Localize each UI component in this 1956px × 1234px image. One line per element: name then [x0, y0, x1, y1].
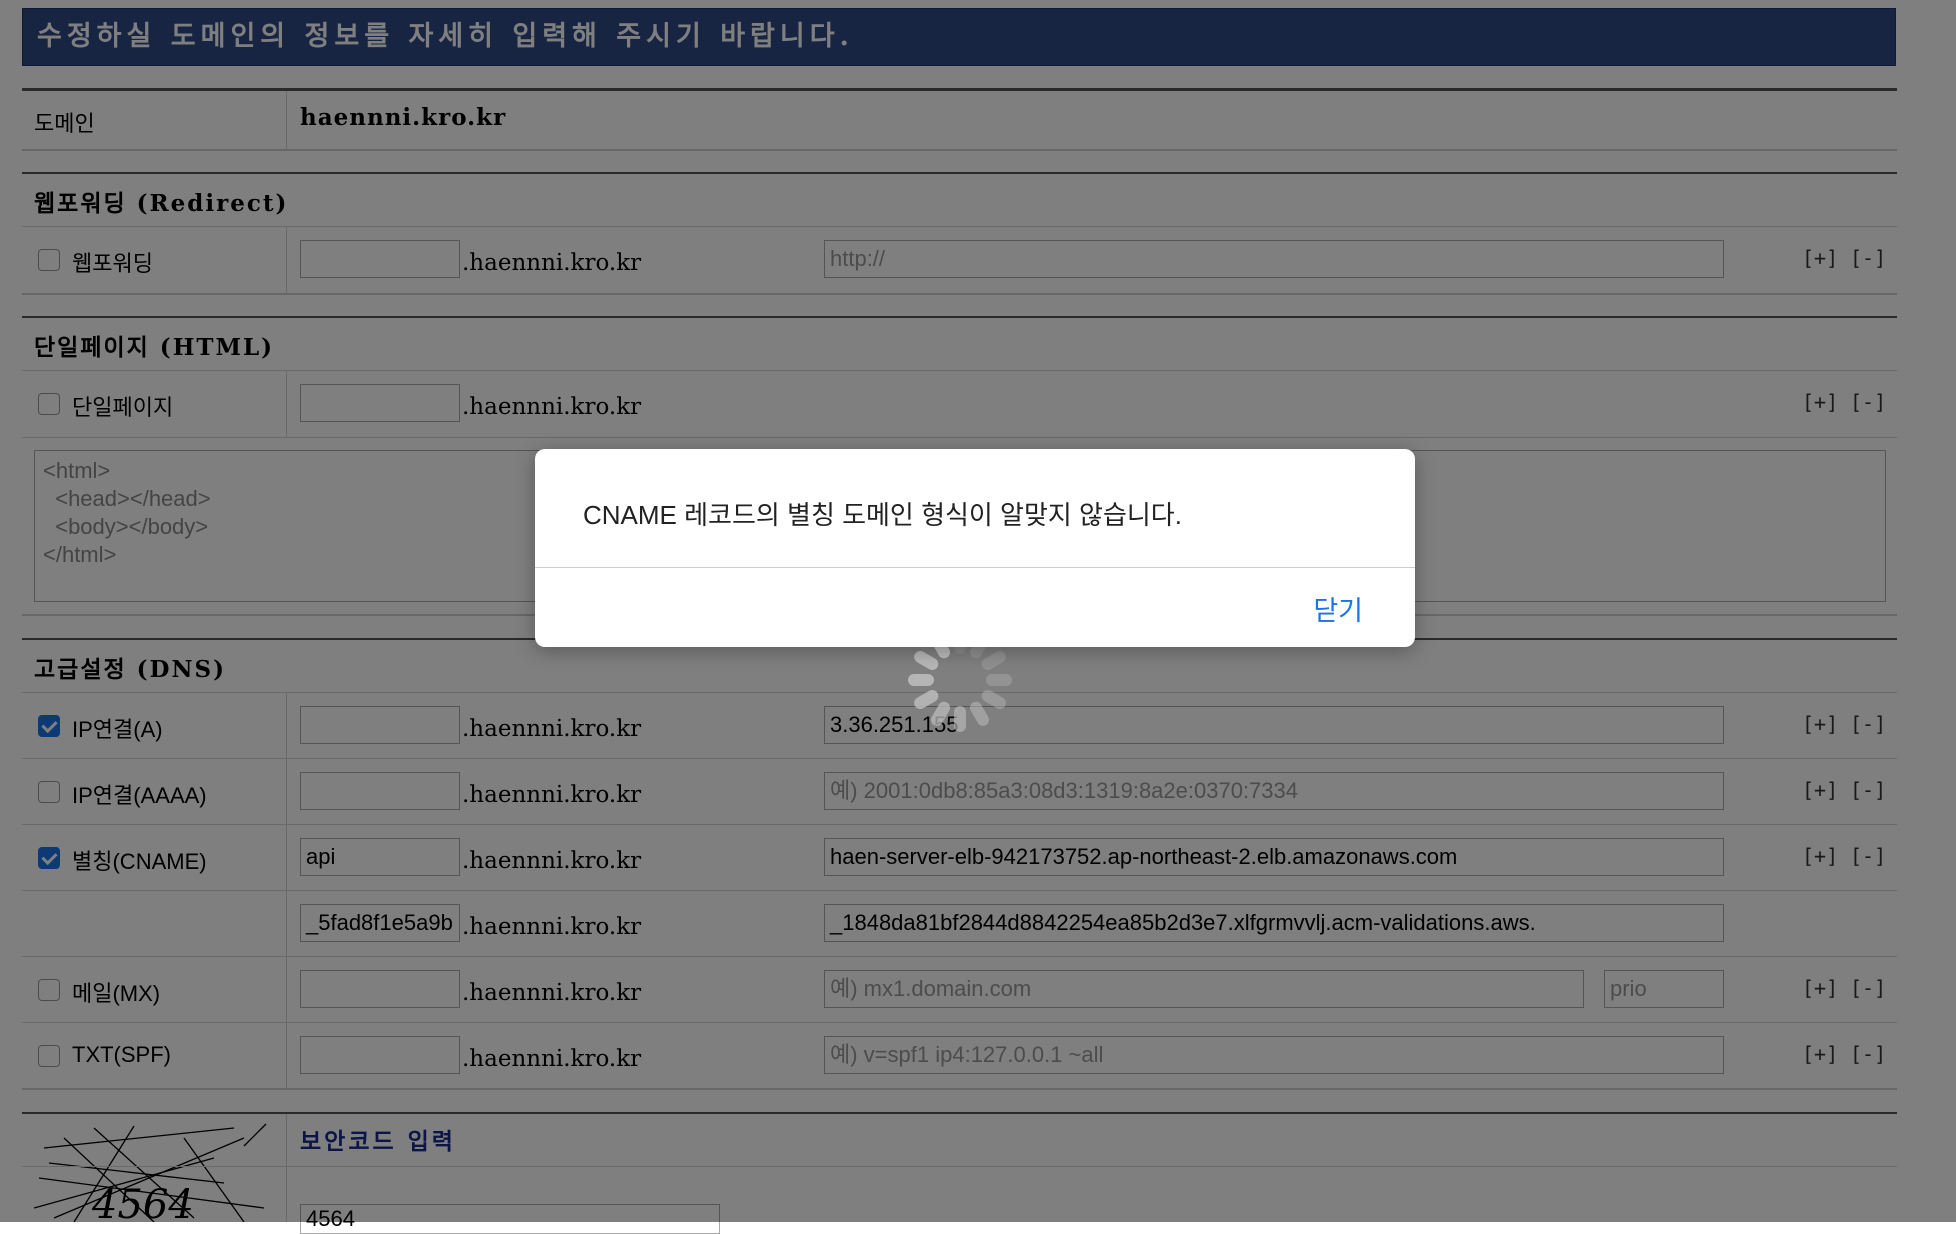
close-button[interactable]: 닫기	[1313, 589, 1363, 628]
modal-overlay: CNAME 레코드의 별칭 도메인 형식이 알맞지 않습니다. 닫기	[0, 0, 1956, 1222]
alert-message: CNAME 레코드의 별칭 도메인 형식이 알맞지 않습니다.	[583, 500, 1182, 530]
divider	[535, 567, 1415, 568]
alert-dialog: CNAME 레코드의 별칭 도메인 형식이 알맞지 않습니다. 닫기	[535, 449, 1415, 647]
